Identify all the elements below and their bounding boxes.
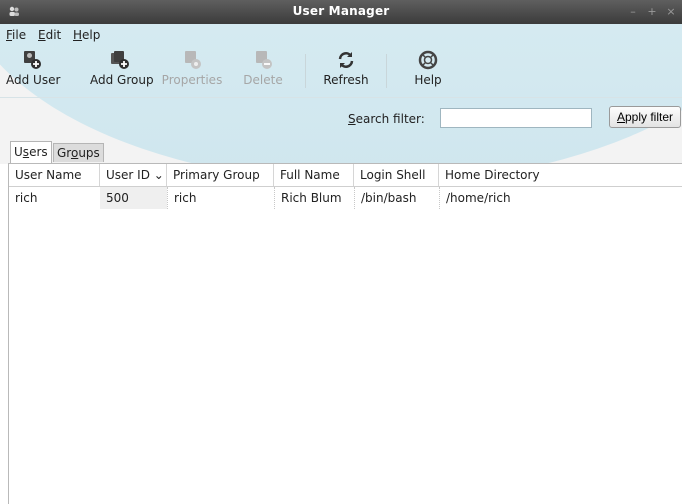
tab-groups[interactable]: Groups [53,143,104,162]
add-user-button[interactable]: Add User [6,50,60,94]
search-row: Search filter: Apply filter [0,106,682,132]
refresh-button[interactable]: Refresh [322,50,370,94]
maximize-icon[interactable]: + [645,5,659,19]
toolbar: Add User Add Group Properties Delete Ref… [0,46,682,94]
tab-bar: Users Groups [0,141,682,163]
add-group-icon [111,51,129,69]
column-header-user-name[interactable]: User Name [9,164,100,186]
window-title: User Manager [292,4,390,18]
cell-user-id: 500 [100,187,167,209]
help-button[interactable]: Help [408,50,448,94]
table-header: User Name User ID ⌄ Primary Group Full N… [9,164,682,187]
menu-file[interactable]: File [6,28,26,42]
column-header-login-shell[interactable]: Login Shell [354,164,439,186]
cell-primary-group: rich [167,187,274,209]
close-icon[interactable]: × [664,5,678,19]
minimize-icon[interactable]: – [626,5,640,19]
cell-full-name: Rich Blum [274,187,354,209]
add-user-icon [24,51,41,69]
cell-user-name: rich [15,191,38,205]
toolbar-separator [305,54,306,88]
refresh-icon [338,52,354,68]
menu-help[interactable]: Help [73,28,100,42]
column-header-primary-group[interactable]: Primary Group [167,164,274,186]
column-header-home-directory[interactable]: Home Directory [439,164,682,186]
toolbar-separator [386,54,387,88]
properties-button[interactable]: Properties [160,50,224,94]
search-filter-input[interactable] [440,108,592,128]
table-row[interactable]: rich 500 rich Rich Blum /bin/bash /home/… [9,187,682,209]
add-group-button[interactable]: Add Group [90,50,154,94]
menu-edit[interactable]: Edit [38,28,61,42]
search-filter-label: Search filter: [348,112,425,126]
cell-home-directory: /home/rich [439,187,682,209]
column-header-full-name[interactable]: Full Name [274,164,354,186]
properties-icon [185,51,201,69]
tab-users[interactable]: Users [10,141,52,163]
delete-button[interactable]: Delete [240,50,286,94]
users-table: User Name User ID ⌄ Primary Group Full N… [8,163,682,504]
column-header-user-id[interactable]: User ID ⌄ [100,164,167,186]
delete-icon [256,51,272,69]
menubar: File Edit Help [0,24,682,46]
apply-filter-button[interactable]: Apply filter [609,106,681,128]
cell-login-shell: /bin/bash [354,187,439,209]
toolbar-divider [0,97,682,98]
window-titlebar: User Manager – + × [0,0,682,24]
lifebuoy-icon [418,50,438,70]
